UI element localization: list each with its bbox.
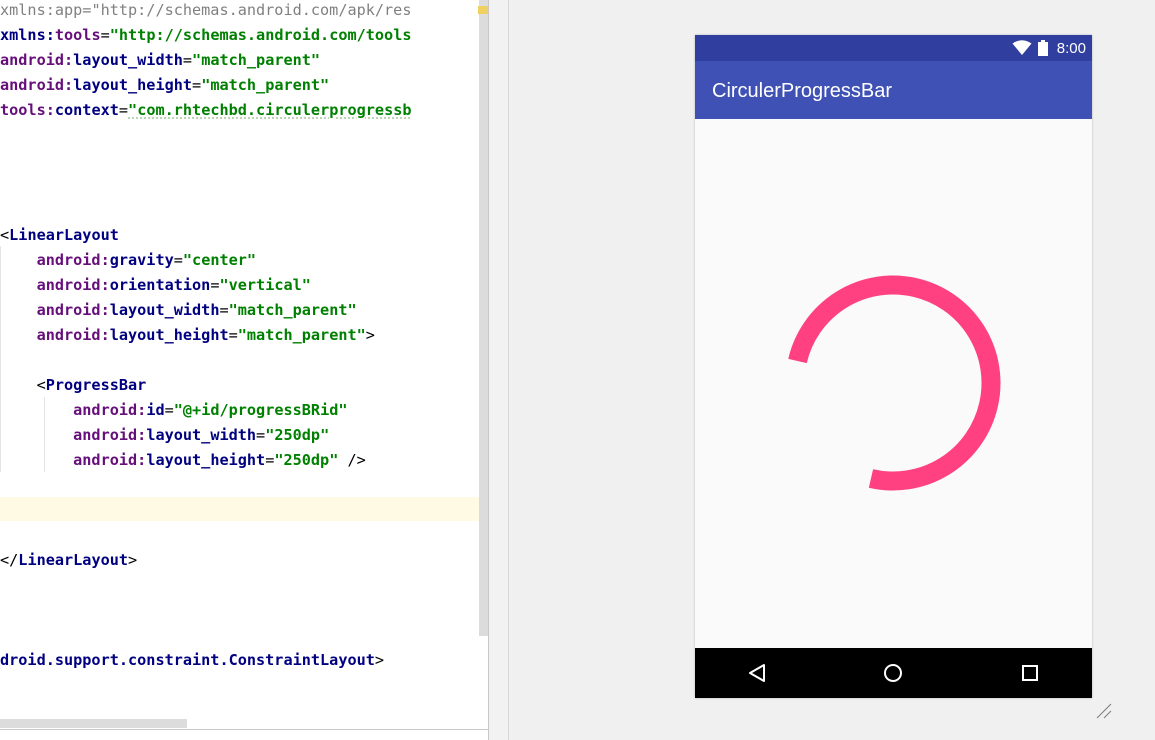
code-token: id [146,401,165,419]
code-token: = [228,326,238,344]
code-line[interactable]: android:orientation="vertical" [0,273,311,298]
code-token: < [0,376,46,394]
code-token: "match_parent" [228,301,357,319]
code-token: layout_height [146,451,266,469]
code-line[interactable]: android:layout_width="match_parent" [0,298,357,323]
code-token: </ [0,551,19,569]
code-line[interactable]: <ProgressBar [0,373,147,398]
code-token: = [219,301,229,319]
code-token: android: [0,301,110,319]
code-token: "@+id/progressBRid" [173,401,348,419]
progress-arc [788,275,1001,491]
code-token: android: [0,251,110,269]
editor-vertical-scrollbar[interactable] [479,0,488,636]
app-bar: CirculerProgressBar [695,61,1092,119]
code-token: tools: [0,101,55,119]
editor-horizontal-scrollbar[interactable] [0,719,187,728]
resize-grip-icon[interactable] [1095,702,1113,720]
code-token: layout_height [73,76,193,94]
code-token: > [128,551,138,569]
code-token: android: [0,76,74,94]
code-token: context [54,101,119,119]
code-token: tools [54,26,101,44]
battery-icon [1038,40,1048,56]
code-line[interactable]: android:gravity="center" [0,248,257,273]
code-token: layout_width [146,426,257,444]
code-token: android: [0,426,147,444]
code-line[interactable]: tools:context="com.rhtechbd.circulerprog… [0,98,412,123]
code-token: android: [0,401,147,419]
code-token: "match_parent" [192,51,321,69]
code-token: android: [0,451,147,469]
code-line[interactable]: xmlns:tools="http://schemas.android.com/… [0,23,412,48]
status-time: 8:00 [1056,40,1086,57]
code-line[interactable]: </LinearLayout> [0,548,137,573]
code-token: "250dp" [274,451,339,469]
code-editor[interactable]: xmlns:app="http://schemas.android.com/ap… [0,0,488,740]
code-token: "vertical" [219,276,311,294]
code-token: > [365,326,375,344]
circular-progress-bar [788,275,1001,491]
editor-warning-marker[interactable] [478,6,488,14]
code-token: LinearLayout [9,226,119,244]
code-token: = [192,76,202,94]
code-line[interactable]: android:layout_height="match_parent" [0,73,329,98]
code-token: = [173,251,183,269]
editor-bottom-border [0,729,488,730]
code-token: = [100,26,110,44]
code-line[interactable]: android:layout_height="250dp" /> [0,448,366,473]
code-token: ProgressBar [45,376,147,394]
code-token: layout_width [109,301,220,319]
code-line[interactable]: xmlns:app="http://schemas.android.com/ap… [0,0,411,23]
device-preview: 8:00 CirculerProgressBar [695,35,1092,698]
code-token: /> [338,451,366,469]
code-token: android: [0,276,110,294]
code-line[interactable]: android:id="@+id/progressBRid" [0,398,348,423]
code-line[interactable]: droid.support.constraint.ConstraintLayou… [0,648,384,673]
code-token: android: [0,326,110,344]
code-token: "com.rhtechbd.circulerprogressb [128,101,412,119]
code-token: orientation [109,276,211,294]
code-token: "250dp" [265,426,330,444]
code-token: xmlns:app= [0,1,92,19]
home-circle-icon[interactable] [881,661,905,685]
app-title: CirculerProgressBar [712,80,893,102]
code-line[interactable]: <LinearLayout [0,223,119,248]
code-token: = [265,451,275,469]
recents-square-icon[interactable] [1018,661,1042,685]
code-token: = [118,101,129,119]
back-triangle-icon[interactable] [745,661,769,685]
code-token: layout_height [109,326,229,344]
code-token: = [164,401,174,419]
code-line[interactable]: android:layout_height="match_parent"> [0,323,375,348]
code-token: droid.support.constraint.ConstraintLayou… [0,651,375,669]
code-line[interactable]: android:layout_width="match_parent" [0,48,320,73]
code-token: android: [0,51,74,69]
code-token: "center" [182,251,257,269]
code-line[interactable]: android:layout_width="250dp" [0,423,329,448]
code-token: LinearLayout [18,551,129,569]
code-token: > [374,651,385,669]
current-line-highlight [0,497,488,521]
code-token: "http://schemas.android.com/tools [109,26,412,44]
status-bar: 8:00 [695,35,1092,61]
code-token: gravity [109,251,174,269]
code-token: "http://schemas.android.com/apk/res [91,1,412,19]
code-token: layout_width [73,51,183,69]
code-token: = [182,51,193,69]
wifi-icon [1012,40,1032,55]
code-token: xmlns: [0,26,55,44]
code-token: = [256,426,266,444]
navigation-bar [695,648,1092,698]
code-token: < [0,226,10,244]
code-token: "match_parent" [237,326,366,344]
code-token: "match_parent" [201,76,330,94]
panel-divider[interactable] [488,0,509,740]
